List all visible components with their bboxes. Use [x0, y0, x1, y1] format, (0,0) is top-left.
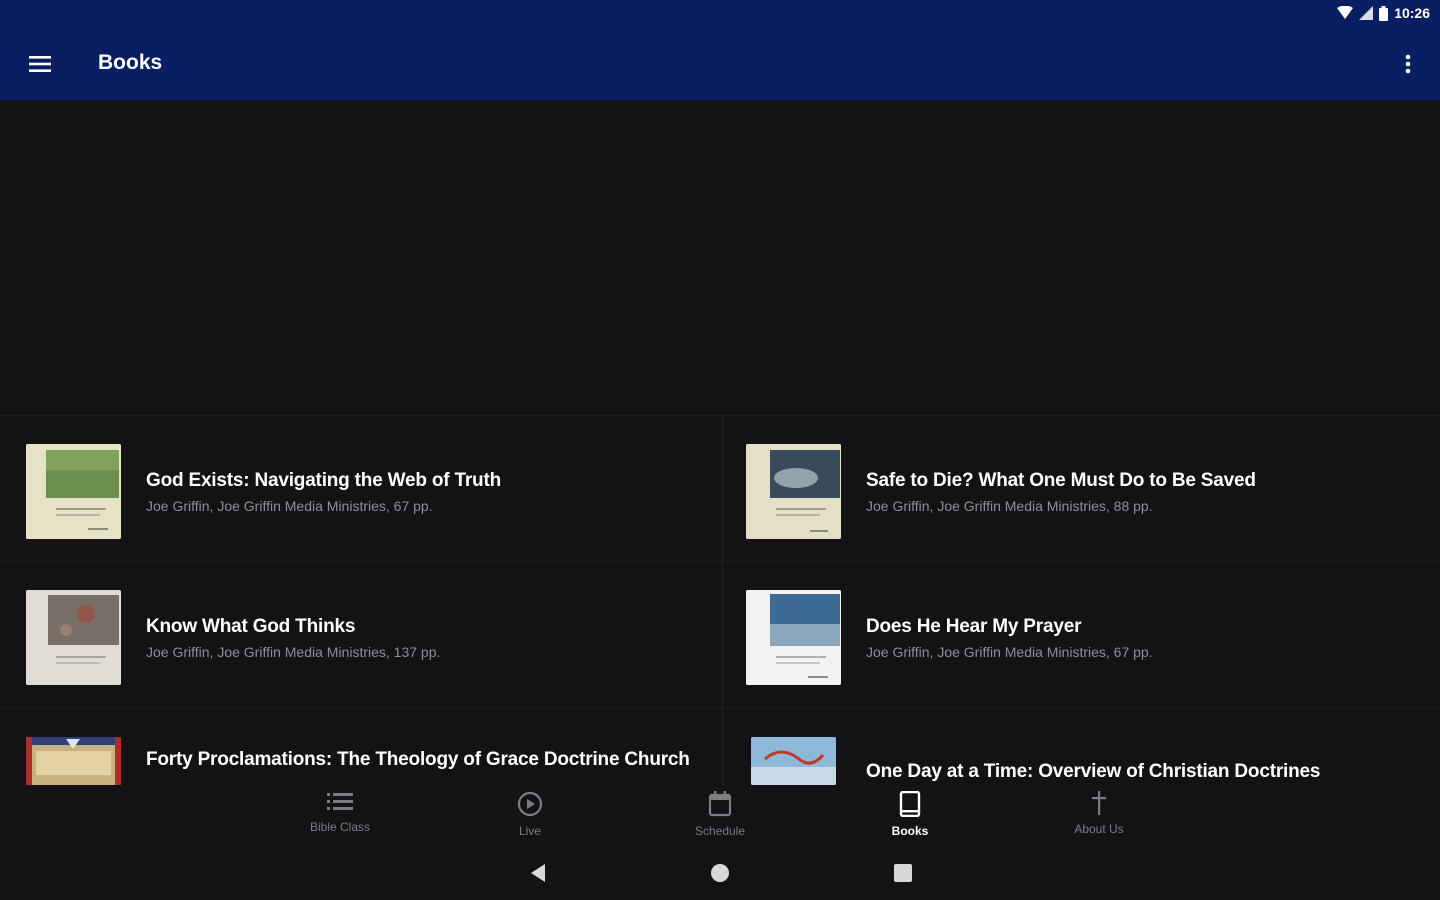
- book-icon: [899, 790, 921, 818]
- nav-label: Live: [518, 824, 541, 838]
- book-cover: [746, 444, 841, 539]
- nav-label: Books: [891, 824, 929, 838]
- play-circle-icon: [517, 791, 543, 817]
- hamburger-icon: [29, 56, 51, 72]
- column-divider: [722, 415, 723, 785]
- book-cover: [751, 737, 836, 785]
- book-meta: Joe Griffin, Joe Griffin Media Ministrie…: [866, 498, 1153, 514]
- book-item[interactable]: God Exists: Navigating the Web of Truth …: [0, 416, 718, 561]
- nav-schedule[interactable]: Schedule: [660, 791, 780, 841]
- book-meta: Joe Griffin, Joe Griffin Media Ministrie…: [146, 498, 433, 514]
- calendar-icon: [708, 791, 732, 817]
- book-title: Does He Hear My Prayer: [866, 616, 1082, 637]
- book-title: Forty Proclamations: The Theology of Gra…: [146, 749, 690, 770]
- app-bar: Books: [0, 28, 1440, 100]
- nav-label: Bible Class: [309, 820, 371, 834]
- book-item[interactable]: Does He Hear My Prayer Joe Griffin, Joe …: [720, 562, 1438, 707]
- nav-live[interactable]: Live: [470, 791, 590, 841]
- bottom-navigation: Bible Class Live Schedule Books About Us: [0, 785, 1440, 845]
- recents-square-icon: [894, 864, 912, 882]
- menu-button[interactable]: [22, 46, 58, 82]
- home-circle-icon: [711, 864, 729, 882]
- page-title: Books: [98, 51, 163, 74]
- book-cover: [26, 444, 121, 539]
- book-list: God Exists: Navigating the Web of Truth …: [0, 415, 1440, 786]
- book-item[interactable]: Forty Proclamations: The Theology of Gra…: [0, 709, 718, 786]
- cross-icon: [1092, 791, 1106, 815]
- book-cover: [26, 590, 121, 685]
- book-item[interactable]: Safe to Die? What One Must Do to Be Save…: [720, 416, 1438, 561]
- wifi-icon: [1337, 6, 1354, 19]
- book-title: Safe to Die? What One Must Do to Be Save…: [866, 470, 1256, 491]
- nav-bible-class[interactable]: Bible Class: [280, 791, 400, 841]
- status-icons: 10:26: [1337, 5, 1430, 21]
- book-title: God Exists: Navigating the Web of Truth: [146, 470, 501, 491]
- book-cover: [746, 590, 841, 685]
- book-meta: Joe Griffin, Joe Griffin Media Ministrie…: [866, 644, 1153, 660]
- battery-icon: [1379, 5, 1389, 21]
- nav-label: Schedule: [694, 824, 746, 838]
- book-title: Know What God Thinks: [146, 616, 356, 637]
- overflow-menu-button[interactable]: [1394, 46, 1422, 82]
- status-time: 10:26: [1394, 5, 1430, 21]
- list-icon: [327, 793, 353, 810]
- system-home-button[interactable]: [708, 861, 732, 885]
- nav-books[interactable]: Books: [850, 790, 970, 841]
- system-recents-button[interactable]: [891, 861, 915, 885]
- more-vert-icon: [1405, 54, 1411, 74]
- book-title: One Day at a Time: Overview of Christian…: [866, 761, 1321, 782]
- signal-icon: [1359, 6, 1374, 20]
- system-navigation-bar: [0, 845, 1440, 900]
- system-back-button[interactable]: [526, 861, 550, 885]
- book-cover: [26, 737, 121, 785]
- book-meta: Joe Griffin, Joe Griffin Media Ministrie…: [146, 644, 441, 660]
- book-item[interactable]: One Day at a Time: Overview of Christian…: [720, 709, 1438, 786]
- nav-label: About Us: [1074, 822, 1124, 836]
- back-triangle-icon: [531, 864, 545, 882]
- status-bar: 10:26: [0, 0, 1440, 28]
- nav-about-us[interactable]: About Us: [1039, 791, 1159, 841]
- book-item[interactable]: Know What God Thinks Joe Griffin, Joe Gr…: [0, 562, 718, 707]
